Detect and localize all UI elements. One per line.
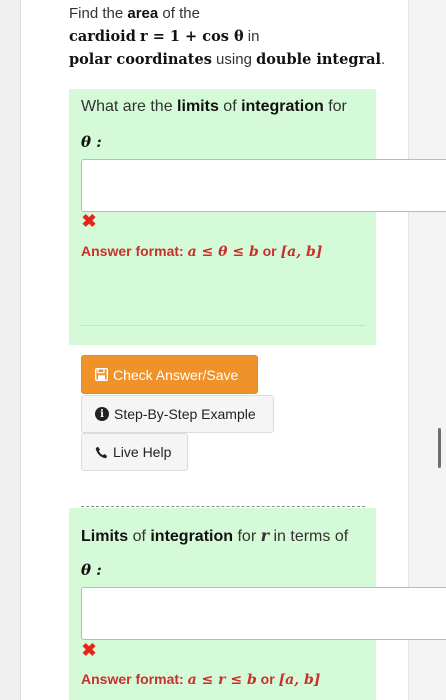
- format-inequality: a ≤ r ≤ b: [187, 672, 257, 688]
- r-answer-format: Answer format: a ≤ r ≤ b or [a, b]: [81, 669, 320, 690]
- q2-variable-r: r: [260, 526, 270, 545]
- scrollbar-handle[interactable]: [438, 428, 441, 468]
- theta-answer-format: Answer format: a ≤ θ ≤ b or [a, b]: [81, 241, 322, 262]
- question-r-label: Limits of integration for r in terms of: [81, 525, 348, 548]
- q1-text: for: [323, 98, 347, 115]
- format-or: or: [256, 671, 279, 687]
- q1-text: of: [218, 98, 242, 115]
- problem-line-3: polar coordinates using double integral.: [69, 48, 399, 71]
- live-help-button[interactable]: Live Help: [81, 433, 188, 471]
- format-interval: [a, b]: [280, 244, 323, 260]
- q1-text: What are the: [81, 98, 178, 115]
- live-help-label: Live Help: [113, 444, 172, 460]
- theta-limits-input[interactable]: [81, 159, 446, 212]
- format-label: Answer format:: [81, 243, 188, 259]
- problem-double-integral: double integral: [256, 51, 382, 68]
- q2-text: of: [128, 528, 151, 545]
- theta-variable-label-2: θ :: [81, 561, 102, 579]
- problem-statement: Find the area of the cardioid r = 1 + co…: [69, 2, 399, 71]
- x-mark-icon: ✖: [81, 211, 97, 231]
- problem-text: Find the: [69, 5, 128, 22]
- step-by-step-label: Step-By-Step Example: [114, 406, 256, 422]
- check-answer-label: Check Answer/Save: [113, 366, 239, 383]
- theta-variable-label: θ :: [81, 133, 102, 151]
- info-circle-icon: i: [95, 407, 109, 421]
- question-theta-label: What are the limits of integration for: [81, 96, 347, 118]
- q1-bold-integration: integration: [241, 98, 324, 115]
- phone-icon: [95, 446, 108, 459]
- problem-equation: r = 1 + cos θ: [140, 28, 244, 45]
- check-answer-save-button[interactable]: Check Answer/Save: [81, 355, 258, 394]
- save-icon: [95, 368, 108, 381]
- q2-text: for: [233, 528, 261, 545]
- problem-text: in: [243, 28, 260, 45]
- problem-text: using: [211, 51, 257, 68]
- q1-bold-limits: limits: [177, 98, 219, 115]
- left-gutter: [0, 0, 20, 700]
- problem-bold-area: area: [127, 5, 159, 22]
- problem-text: .: [381, 51, 386, 68]
- problem-line-1: Find the area of the: [69, 2, 399, 25]
- q2-bold-limits: Limits: [81, 528, 129, 545]
- problem-cardioid: cardioid: [69, 28, 136, 45]
- q2-bold-integration: integration: [150, 528, 234, 545]
- problem-line-2: cardioid r = 1 + cos θ in: [69, 25, 399, 48]
- panel-divider: [81, 325, 365, 326]
- step-by-step-button[interactable]: i Step-By-Step Example: [81, 395, 274, 433]
- q2-text: in terms of: [269, 528, 349, 545]
- format-inequality: a ≤ θ ≤ b: [187, 244, 259, 260]
- answer-panel-theta: [69, 89, 376, 345]
- format-interval: [a, b]: [278, 672, 321, 688]
- problem-polar: polar coordinates: [69, 51, 212, 68]
- x-mark-icon: ✖: [81, 640, 97, 660]
- problem-text: of the: [158, 5, 200, 22]
- format-label: Answer format:: [81, 671, 188, 687]
- r-limits-input[interactable]: [81, 587, 446, 640]
- section-divider: [81, 506, 365, 507]
- format-or: or: [258, 243, 281, 259]
